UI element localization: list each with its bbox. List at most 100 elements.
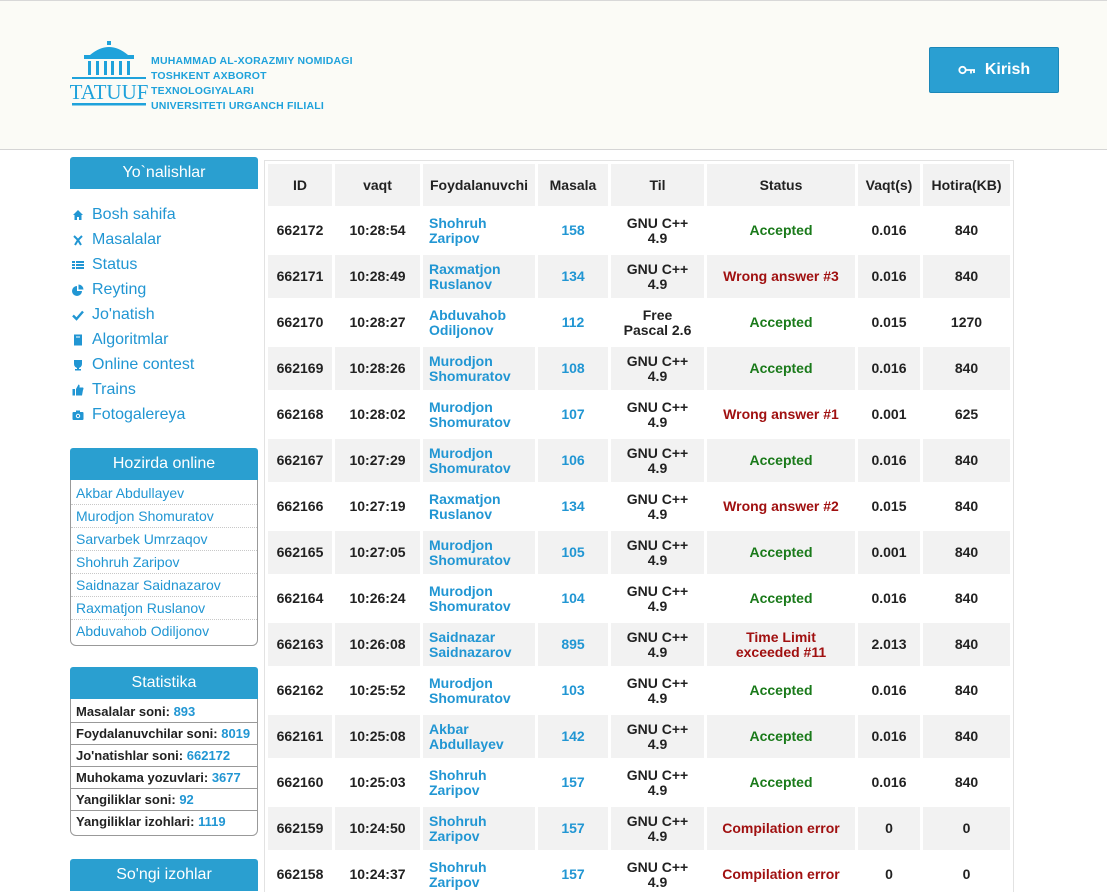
nav-item-algoritmlar[interactable]: Algoritmlar bbox=[72, 327, 258, 352]
lang-line: 4.9 bbox=[647, 275, 668, 292]
university-logo[interactable]: TATUUF MUHAMMAD AL-XORAZMIY NOMIDAGI TOS… bbox=[70, 41, 360, 112]
user-link[interactable]: Murodjon Shomuratov bbox=[423, 393, 535, 436]
nav-item-jonatish[interactable]: Jo'natish bbox=[72, 302, 258, 327]
user-link[interactable]: Murodjon Shomuratov bbox=[423, 439, 535, 482]
lang-line: GNU C++ bbox=[626, 628, 689, 645]
problem-link[interactable]: 895 bbox=[538, 623, 608, 666]
status-line: Compilation error bbox=[722, 820, 840, 836]
language-cell: GNU C++ 4.9 bbox=[611, 531, 704, 574]
user-link[interactable]: Murodjon Shomuratov bbox=[423, 531, 535, 574]
problem-link[interactable]: 157 bbox=[538, 853, 608, 892]
online-user-link[interactable]: Raxmatjon Ruslanov bbox=[71, 597, 257, 620]
user-link[interactable]: Saidnazar Saidnazarov bbox=[423, 623, 535, 666]
submission-time: 10:25:52 bbox=[349, 682, 406, 698]
lang-line: GNU C++ bbox=[626, 490, 689, 507]
user-link[interactable]: Murodjon Shomuratov bbox=[423, 669, 535, 712]
problem-link[interactable]: 157 bbox=[538, 807, 608, 850]
cpu-time-cell: 0.016 bbox=[871, 222, 907, 238]
cpu-time-cell: 0.001 bbox=[858, 531, 920, 574]
problem-link[interactable]: 142 bbox=[538, 715, 608, 758]
memory-cell: 840 bbox=[923, 531, 1010, 574]
nav-item-status[interactable]: Status bbox=[72, 252, 258, 277]
stat-row: Foydalanuvchilar soni: 8019 bbox=[71, 723, 257, 745]
user-link[interactable]: Akbar Abdullayev bbox=[423, 715, 535, 758]
problem-link[interactable]: 157 bbox=[538, 761, 608, 804]
submission-time: 10:24:37 bbox=[349, 866, 406, 882]
stat-value: 8019 bbox=[221, 726, 251, 741]
nav-item-masalalar[interactable]: Masalalar bbox=[72, 227, 258, 252]
table-row: 662170 10:28:27 Abduvahob Odiljonov 112 Free P… bbox=[268, 301, 1010, 344]
nav-item-label: Trains bbox=[92, 380, 136, 398]
online-user-link[interactable]: Abduvahob Odiljonov bbox=[71, 620, 257, 643]
user-line: Murodjon bbox=[429, 582, 493, 599]
user-link[interactable]: Shohruh Zaripov bbox=[423, 853, 535, 892]
status-cell: Accepted bbox=[707, 715, 855, 758]
problem-link[interactable]: 108 bbox=[538, 347, 608, 390]
user-link[interactable]: Murodjon Shomuratov bbox=[423, 577, 535, 620]
cpu-time-cell: 2.013 bbox=[858, 623, 920, 666]
online-user-link[interactable]: Murodjon Shomuratov bbox=[71, 505, 257, 528]
user-link[interactable]: Raxmatjon Ruslanov bbox=[423, 255, 535, 298]
problem-link[interactable]: 158 bbox=[538, 209, 608, 252]
online-user-link[interactable]: Saidnazar Saidnazarov bbox=[71, 574, 257, 597]
problem-link[interactable]: 104 bbox=[538, 577, 608, 620]
user-link[interactable]: Raxmatjon Ruslanov bbox=[423, 485, 535, 528]
status-line: Wrong answer #3 bbox=[723, 268, 839, 284]
status-line: Accepted bbox=[749, 728, 813, 744]
problem-link[interactable]: 134 bbox=[538, 485, 608, 528]
online-user-link[interactable]: Shohruh Zaripov bbox=[71, 551, 257, 574]
problem-link[interactable]: 112 bbox=[538, 301, 608, 344]
submission-id: 662163 bbox=[268, 623, 332, 666]
user-line: Murodjon bbox=[429, 444, 493, 461]
problem-link[interactable]: 105 bbox=[538, 531, 608, 574]
nav-item-label: Masalalar bbox=[92, 230, 162, 248]
language-cell: GNU C++ 4.9 bbox=[611, 347, 704, 390]
user-line: Shomuratov bbox=[429, 689, 511, 706]
stat-value: 3677 bbox=[211, 770, 241, 785]
lang-line: Free bbox=[642, 306, 673, 323]
user-line: Shomuratov bbox=[429, 413, 511, 430]
home-icon bbox=[72, 209, 84, 221]
status-cell: Accepted bbox=[707, 209, 855, 252]
lang-line: 4.9 bbox=[647, 597, 668, 614]
user-link[interactable]: Abduvahob Odiljonov bbox=[423, 301, 535, 344]
column-header-user: Foydalanuvchi bbox=[423, 164, 535, 206]
user-line: Ruslanov bbox=[429, 505, 493, 522]
user-line: Abdullayev bbox=[429, 735, 504, 752]
table-row: 662159 10:24:50 Shohruh Zaripov 157 GNU C++ 4.… bbox=[268, 807, 1010, 850]
online-user-link[interactable]: Sarvarbek Umrzaqov bbox=[71, 528, 257, 551]
problem-link[interactable]: 103 bbox=[538, 669, 608, 712]
status-line: Wrong answer #1 bbox=[723, 406, 839, 422]
user-link[interactable]: Shohruh Zaripov bbox=[423, 209, 535, 252]
problem-link[interactable]: 106 bbox=[538, 439, 608, 482]
submission-time: 10:27:29 bbox=[335, 439, 420, 482]
university-name-line: TOSHKENT AXBOROT TEXNOLOGIYALARI bbox=[151, 70, 267, 97]
online-panel-title: Hozirda online bbox=[70, 448, 258, 480]
user-link[interactable]: Shohruh Zaripov bbox=[423, 761, 535, 804]
problem-link[interactable]: 134 bbox=[538, 255, 608, 298]
table-row: 662163 10:26:08 Saidnazar Saidnazarov 895 GNU… bbox=[268, 623, 1010, 666]
stat-value: 893 bbox=[173, 704, 196, 719]
nav-panel-title: Yo`nalishlar bbox=[70, 157, 258, 189]
memory-cell: 840 bbox=[954, 590, 979, 606]
list-icon bbox=[72, 259, 84, 271]
camera-icon bbox=[72, 409, 84, 421]
status-cell: Compilation error bbox=[707, 853, 855, 892]
nav-item-label: Online contest bbox=[92, 355, 195, 373]
online-user-link[interactable]: Akbar Abdullayev bbox=[71, 482, 257, 505]
user-link[interactable]: Shohruh Zaripov bbox=[423, 807, 535, 850]
nav-item-fotogalereya[interactable]: Fotogalereya bbox=[72, 402, 258, 427]
user-link[interactable]: Murodjon Shomuratov bbox=[423, 347, 535, 390]
submission-time: 10:26:08 bbox=[335, 623, 420, 666]
user-line: Saidnazarov bbox=[429, 643, 512, 660]
lang-line: 4.9 bbox=[647, 367, 668, 384]
problem-link[interactable]: 107 bbox=[538, 393, 608, 436]
user-line: Zaripov bbox=[429, 873, 480, 890]
nav-item-online-contest[interactable]: Online contest bbox=[72, 352, 258, 377]
nav-item-reyting[interactable]: Reyting bbox=[72, 277, 258, 302]
submission-id: 662168 bbox=[276, 406, 324, 422]
nav-item-trains[interactable]: Trains bbox=[72, 377, 258, 402]
nav-item-bosh-sahifa[interactable]: Bosh sahifa bbox=[72, 202, 258, 227]
login-button[interactable]: Kirish bbox=[929, 47, 1059, 93]
cpu-time-cell: 0.016 bbox=[858, 347, 920, 390]
